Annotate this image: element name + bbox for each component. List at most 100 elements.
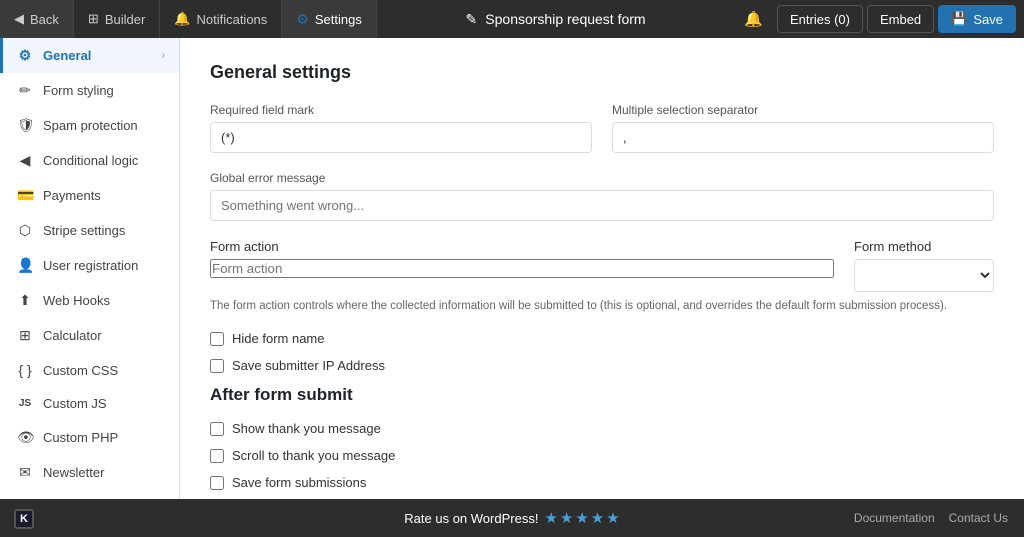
multiple-selection-separator-input[interactable] xyxy=(612,122,994,153)
multiple-selection-separator-label: Multiple selection separator xyxy=(612,103,994,117)
sidebar-item-slack[interactable]: ✦ Slack xyxy=(0,490,179,499)
notifications-button[interactable]: 🔔 Notifications xyxy=(160,0,282,38)
sidebar-label-payments: Payments xyxy=(43,188,101,203)
rate-text: Rate us on WordPress! xyxy=(404,511,538,526)
global-error-message-group: Global error message xyxy=(210,171,994,221)
form-action-input[interactable] xyxy=(210,259,834,278)
scroll-thank-you-label: Scroll to thank you message xyxy=(232,448,395,463)
sidebar-item-user-registration[interactable]: 👤 User registration xyxy=(0,248,179,283)
custom-js-icon: JS xyxy=(17,398,33,409)
show-thank-you-checkbox[interactable] xyxy=(210,422,224,436)
edit-icon: ✎ xyxy=(466,11,478,28)
global-error-message-label: Global error message xyxy=(210,171,994,185)
builder-label: Builder xyxy=(105,12,145,27)
bottombar-text: Rate us on WordPress! ★ ★ ★ ★ ★ xyxy=(404,509,619,527)
save-submitter-ip-label: Save submitter IP Address xyxy=(232,358,385,373)
stripe-settings-icon: ⬡ xyxy=(17,222,33,239)
embed-label: Embed xyxy=(880,12,921,27)
calculator-icon: ⊞ xyxy=(17,327,33,344)
sidebar-item-general[interactable]: ⚙ General › xyxy=(0,38,179,73)
save-form-submissions-row: Save form submissions xyxy=(210,475,994,490)
sidebar-item-calculator[interactable]: ⊞ Calculator xyxy=(0,318,179,353)
settings-button[interactable]: ⚙ Settings xyxy=(282,0,377,38)
sidebar-label-custom-php: Custom PHP xyxy=(43,430,118,445)
save-icon: 💾 xyxy=(951,11,967,27)
user-registration-icon: 👤 xyxy=(17,257,33,274)
sidebar-item-custom-js[interactable]: JS Custom JS xyxy=(0,387,179,420)
back-button[interactable]: ◀ Back xyxy=(0,0,74,38)
required-field-mark-label: Required field mark xyxy=(210,103,592,117)
star-3: ★ xyxy=(575,509,588,527)
sidebar-item-form-styling[interactable]: ✏ Form styling xyxy=(0,73,179,108)
builder-button[interactable]: ⊞ Builder xyxy=(74,0,160,38)
notifications-label: Notifications xyxy=(196,12,267,27)
sidebar-item-custom-css[interactable]: { } Custom CSS xyxy=(0,353,179,387)
required-field-mark-input[interactable] xyxy=(210,122,592,153)
sidebar-item-spam-protection[interactable]: 🛡 Spam protection xyxy=(0,108,179,143)
global-error-message-input[interactable] xyxy=(210,190,994,221)
sidebar-item-payments[interactable]: 💳 Payments xyxy=(0,178,179,213)
form-method-group: Form method GET POST xyxy=(854,239,994,292)
sidebar: ⚙ General › ✏ Form styling 🛡 Spam protec… xyxy=(0,38,180,499)
back-label: Back xyxy=(30,12,59,27)
required-field-mark-group: Required field mark xyxy=(210,103,592,153)
scroll-thank-you-checkbox[interactable] xyxy=(210,449,224,463)
sidebar-label-custom-js: Custom JS xyxy=(43,396,107,411)
form-action-group: Form action xyxy=(210,239,834,292)
contact-link[interactable]: Contact Us xyxy=(949,511,1008,525)
star-rating[interactable]: ★ ★ ★ ★ ★ xyxy=(544,509,619,527)
entries-button[interactable]: Entries (0) xyxy=(777,5,863,33)
form-action-row: Form action Form method GET POST xyxy=(210,239,994,292)
newsletter-icon: ✉ xyxy=(17,464,33,481)
save-submitter-ip-checkbox[interactable] xyxy=(210,359,224,373)
show-thank-you-row: Show thank you message xyxy=(210,421,994,436)
sidebar-label-custom-css: Custom CSS xyxy=(43,363,118,378)
star-4: ★ xyxy=(591,509,604,527)
main-layout: ⚙ General › ✏ Form styling 🛡 Spam protec… xyxy=(0,38,1024,499)
alert-icon[interactable]: 🔔 xyxy=(734,10,773,28)
chevron-right-icon: › xyxy=(162,50,165,61)
sidebar-item-newsletter[interactable]: ✉ Newsletter xyxy=(0,455,179,490)
scroll-thank-you-row: Scroll to thank you message xyxy=(210,448,994,463)
spam-protection-icon: 🛡 xyxy=(17,117,33,134)
form-method-select[interactable]: GET POST xyxy=(854,259,994,292)
custom-php-icon: 👁 xyxy=(17,429,33,446)
embed-button[interactable]: Embed xyxy=(867,5,934,33)
sidebar-item-custom-php[interactable]: 👁 Custom PHP xyxy=(0,420,179,455)
bell-icon: 🔔 xyxy=(174,11,190,27)
save-form-submissions-checkbox[interactable] xyxy=(210,476,224,490)
conditional-logic-icon: ◀ xyxy=(17,152,33,169)
sidebar-label-general: General xyxy=(43,48,91,63)
sidebar-label-user-registration: User registration xyxy=(43,258,138,273)
content-area: General settings Required field mark Mul… xyxy=(180,38,1024,499)
keap-logo: K xyxy=(14,509,34,529)
save-submitter-ip-row: Save submitter IP Address xyxy=(210,358,994,373)
show-thank-you-label: Show thank you message xyxy=(232,421,381,436)
form-row-1: Required field mark Multiple selection s… xyxy=(210,103,994,153)
settings-label: Settings xyxy=(315,12,362,27)
hide-form-name-checkbox[interactable] xyxy=(210,332,224,346)
documentation-link[interactable]: Documentation xyxy=(854,511,935,525)
star-1: ★ xyxy=(544,509,557,527)
sidebar-label-stripe-settings: Stripe settings xyxy=(43,223,125,238)
sidebar-item-conditional-logic[interactable]: ◀ Conditional logic xyxy=(0,143,179,178)
hide-form-name-row: Hide form name xyxy=(210,331,994,346)
save-button[interactable]: 💾 Save xyxy=(938,5,1016,33)
sidebar-label-form-styling: Form styling xyxy=(43,83,114,98)
form-method-label: Form method xyxy=(854,239,994,254)
settings-icon: ⚙ xyxy=(296,11,309,28)
payments-icon: 💳 xyxy=(17,187,33,204)
form-row-2: Global error message xyxy=(210,171,994,221)
save-label: Save xyxy=(973,12,1003,27)
multiple-selection-separator-group: Multiple selection separator xyxy=(612,103,994,153)
sidebar-item-stripe-settings[interactable]: ⬡ Stripe settings xyxy=(0,213,179,248)
custom-css-icon: { } xyxy=(17,362,33,378)
sidebar-item-web-hooks[interactable]: ⬆ Web Hooks xyxy=(0,283,179,318)
topbar-right: 🔔 Entries (0) Embed 💾 Save xyxy=(734,5,1024,33)
after-form-submit-title: After form submit xyxy=(210,385,994,405)
back-icon: ◀ xyxy=(14,11,24,27)
sidebar-label-web-hooks: Web Hooks xyxy=(43,293,110,308)
general-icon: ⚙ xyxy=(17,47,33,64)
form-styling-icon: ✏ xyxy=(17,82,33,99)
web-hooks-icon: ⬆ xyxy=(17,292,33,309)
